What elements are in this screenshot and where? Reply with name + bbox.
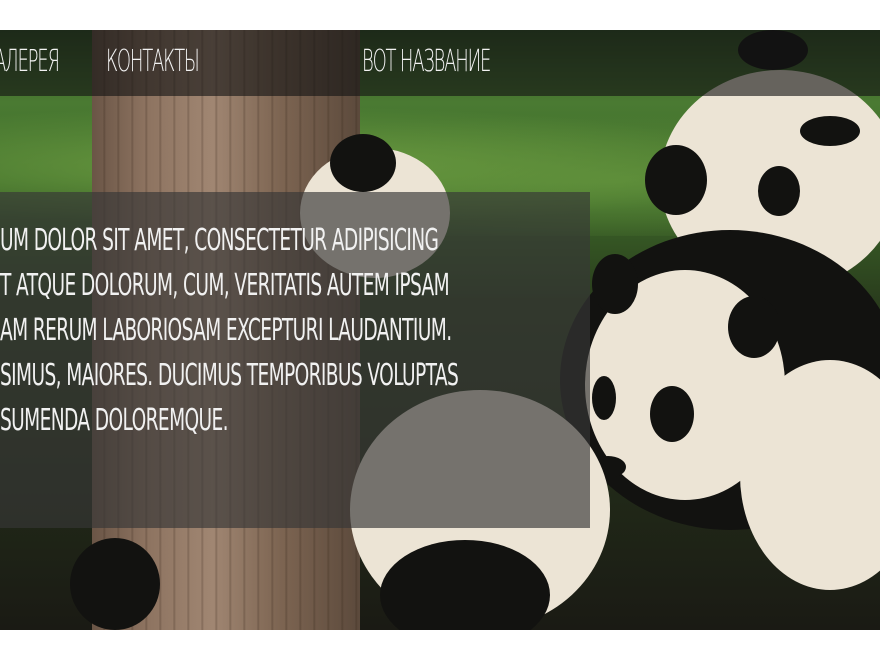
- hero-banner: АЛЕРЕЯ КОНТАКТЫ ВОТ НАЗВАНИЕ UM DOLOR SI…: [0, 30, 880, 630]
- panda-paw: [70, 538, 160, 630]
- lorem-paragraph: UM DOLOR SIT AMET, CONSECTETUR ADIPISICI…: [0, 218, 600, 443]
- paragraph-line: AM RERUM LABORIOSAM EXCEPTURI LAUDANTIUM…: [0, 313, 452, 348]
- top-navigation: АЛЕРЕЯ КОНТАКТЫ ВОТ НАЗВАНИЕ: [0, 30, 880, 96]
- paragraph-line: UM DOLOR SIT AMET, CONSECTETUR ADIPISICI…: [0, 223, 439, 258]
- panda-ear: [645, 145, 707, 215]
- paragraph-line: SIMUS, MAIORES. DUCIMUS TEMPORIBUS VOLUP…: [0, 358, 459, 393]
- paragraph-line: SUMENDA DOLOREMQUE.: [0, 403, 229, 438]
- panda-eye-patch: [800, 116, 860, 146]
- text-panel: UM DOLOR SIT AMET, CONSECTETUR ADIPISICI…: [0, 192, 590, 528]
- panda-ear: [728, 296, 780, 358]
- nav-link-contacts[interactable]: КОНТАКТЫ: [106, 44, 200, 79]
- site-title[interactable]: ВОТ НАЗВАНИЕ: [362, 44, 491, 79]
- panda-eye-patch: [758, 166, 800, 216]
- panda-eye-patch: [650, 386, 694, 442]
- panda-ear: [330, 134, 396, 192]
- nav-link-gallery[interactable]: АЛЕРЕЯ: [0, 44, 60, 79]
- paragraph-line: T ATQUE DOLORUM, CUM, VERITATIS AUTEM IP…: [0, 268, 450, 303]
